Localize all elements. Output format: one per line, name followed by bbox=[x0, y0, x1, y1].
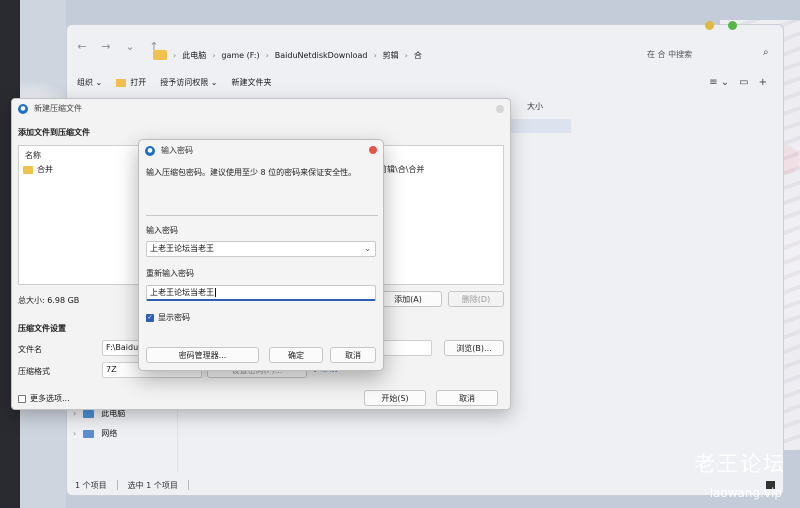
explorer-toolbar: 组织 ⌄ 打开 授予访问权限 ⌄ 新建文件夹 bbox=[77, 77, 272, 88]
app-logo-icon: ● bbox=[18, 103, 28, 114]
view-controls: ≡ ⌄ ▭ + bbox=[709, 77, 767, 88]
repeat-password-value: 上老王论坛当老王 bbox=[150, 288, 214, 297]
list-item[interactable]: 合并 bbox=[23, 164, 53, 175]
file-name: 合并 bbox=[37, 165, 53, 174]
start-button[interactable]: 开始(S) bbox=[364, 390, 426, 406]
status-bar: 1 个项目 选中 1 个项目 bbox=[75, 480, 189, 491]
dialog-title: ● 输入密码 bbox=[145, 145, 193, 156]
selected-count: 选中 1 个项目 bbox=[127, 481, 178, 490]
divider bbox=[146, 215, 378, 216]
tree-item-network[interactable]: › 网络 bbox=[73, 428, 125, 439]
cancel-button[interactable]: 取消 bbox=[330, 347, 376, 363]
network-icon bbox=[83, 429, 95, 438]
more-options-checkbox[interactable] bbox=[18, 394, 26, 403]
folder-icon bbox=[23, 165, 33, 174]
add-icon[interactable]: + bbox=[759, 77, 767, 88]
share-menu[interactable]: 授予访问权限 ⌄ bbox=[160, 77, 217, 88]
password-manager-button[interactable]: 密码管理器... bbox=[146, 347, 259, 363]
close-button[interactable] bbox=[369, 146, 377, 154]
breadcrumb-separator-icon: › bbox=[373, 50, 377, 60]
ok-button[interactable]: 确定 bbox=[269, 347, 323, 363]
search-icon[interactable]: ⌕ bbox=[763, 47, 769, 58]
browse-button[interactable]: 浏览(B)... bbox=[444, 340, 504, 356]
app-logo-icon: ● bbox=[145, 145, 155, 156]
file-path: 剪辑\合\合并 bbox=[379, 165, 425, 174]
breadcrumb-item[interactable]: BaiduNetdiskDownload bbox=[275, 51, 368, 60]
breadcrumb-item[interactable]: game (F:) bbox=[221, 51, 259, 60]
repeat-password-field[interactable]: 上老王论坛当老王 bbox=[146, 285, 376, 301]
preview-pane-icon[interactable]: ▭ bbox=[739, 77, 748, 88]
breadcrumb-separator-icon: › bbox=[212, 50, 216, 60]
watermark-url: laowang.vip bbox=[709, 486, 782, 500]
text-caret bbox=[215, 288, 216, 297]
breadcrumb-separator-icon: › bbox=[173, 50, 177, 60]
dialog-title: ● 新建压缩文件 bbox=[18, 103, 82, 114]
password-field[interactable]: 上老王论坛当老王 ⌄ bbox=[146, 241, 376, 257]
password-value: 上老王论坛当老王 bbox=[150, 244, 214, 253]
format-label: 压缩格式 bbox=[18, 367, 50, 376]
checkbox-checked-icon[interactable]: ✓ bbox=[146, 313, 154, 322]
column-header-name[interactable]: 名称 bbox=[25, 150, 41, 161]
watermark-text: 老王论坛 bbox=[694, 452, 786, 476]
password-dialog: ● 输入密码 输入压缩包密码。建议使用至少 8 位的密码来保证安全性。 输入密码… bbox=[138, 139, 384, 371]
dialog-title-text: 输入密码 bbox=[161, 146, 193, 155]
tree-item-label: 网络 bbox=[101, 429, 118, 438]
breadcrumb-separator-icon: › bbox=[265, 50, 269, 60]
total-size: 总大小: 6.98 GB bbox=[18, 296, 80, 305]
show-password-label: 显示密码 bbox=[158, 313, 190, 322]
more-options[interactable]: 更多选项... bbox=[18, 393, 70, 404]
chevron-right-icon[interactable]: › bbox=[73, 429, 76, 438]
recent-chevron-icon[interactable]: ⌄ bbox=[123, 40, 137, 54]
open-folder-icon bbox=[116, 78, 127, 87]
open-button-label: 打开 bbox=[130, 78, 147, 87]
open-button[interactable]: 打开 bbox=[116, 77, 146, 88]
close-button[interactable] bbox=[496, 105, 504, 113]
back-arrow-icon[interactable]: ← bbox=[75, 40, 89, 54]
dialog-description: 输入压缩包密码。建议使用至少 8 位的密码来保证安全性。 bbox=[146, 168, 357, 177]
add-button[interactable]: 添加(A) bbox=[374, 291, 442, 307]
organize-menu[interactable]: 组织 ⌄ bbox=[77, 77, 102, 88]
folder-icon bbox=[153, 50, 167, 60]
remove-button[interactable]: 删除(D) bbox=[448, 291, 504, 307]
computer-icon bbox=[83, 409, 95, 418]
forward-arrow-icon[interactable]: → bbox=[99, 40, 113, 54]
filename-label: 文件名 bbox=[18, 345, 42, 354]
column-header-size[interactable]: 大小 bbox=[527, 101, 543, 112]
password-label: 输入密码 bbox=[146, 226, 178, 235]
new-folder-button[interactable]: 新建文件夹 bbox=[232, 77, 272, 88]
breadcrumb-item[interactable]: 剪辑 bbox=[383, 50, 399, 61]
item-count: 1 个项目 bbox=[75, 481, 107, 490]
section-heading: 压缩文件设置 bbox=[18, 324, 66, 333]
pane-divider bbox=[177, 403, 178, 473]
show-password-toggle[interactable]: ✓ 显示密码 bbox=[146, 312, 190, 323]
chevron-down-icon[interactable]: ⌄ bbox=[364, 242, 371, 256]
view-menu-icon[interactable]: ≡ ⌄ bbox=[709, 77, 729, 88]
repeat-password-label: 重新输入密码 bbox=[146, 269, 194, 278]
breadcrumb-separator-icon: › bbox=[404, 50, 408, 60]
address-bar[interactable]: › 此电脑 › game (F:) › BaiduNetdiskDownload… bbox=[153, 45, 422, 65]
navigation-tree: › 此电脑 › 网络 bbox=[73, 408, 125, 439]
section-heading: 添加文件到压缩文件 bbox=[18, 128, 90, 137]
cancel-button[interactable]: 取消 bbox=[436, 390, 498, 406]
breadcrumb-item[interactable]: 合 bbox=[414, 50, 422, 61]
more-options-label: 更多选项... bbox=[30, 394, 70, 403]
breadcrumb-item[interactable]: 此电脑 bbox=[182, 50, 206, 61]
dialog-title-text: 新建压缩文件 bbox=[34, 104, 82, 113]
chevron-right-icon[interactable]: › bbox=[73, 409, 76, 418]
status-divider bbox=[187, 480, 189, 490]
status-divider bbox=[116, 480, 118, 490]
